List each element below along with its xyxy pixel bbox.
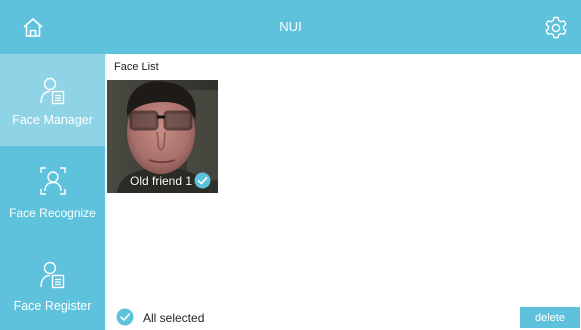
face-scan-icon: [40, 167, 66, 195]
user-document-icon: [40, 261, 65, 289]
app-title: NUI: [279, 19, 302, 34]
sidebar: Face Manager Face Recognize Face Registe…: [0, 54, 105, 330]
top-bar: NUI: [0, 0, 581, 54]
main-content: Face List Old friend 1 All selected dele…: [107, 54, 581, 330]
sidebar-item-label: Face Recognize: [9, 206, 96, 220]
sidebar-item-face-register[interactable]: Face Register: [0, 238, 105, 330]
sidebar-item-face-manager[interactable]: Face Manager: [0, 54, 105, 146]
sidebar-item-label: Face Manager: [12, 113, 93, 127]
gear-icon[interactable]: [543, 15, 569, 41]
delete-button[interactable]: delete: [520, 307, 580, 328]
face-card[interactable]: Old friend 1: [107, 80, 218, 193]
select-all-checkbox[interactable]: [116, 308, 134, 326]
user-document-icon: [40, 77, 65, 105]
sidebar-item-label: Face Register: [13, 299, 92, 313]
check-circle-icon[interactable]: [194, 172, 211, 189]
select-all-label: All selected: [143, 311, 205, 325]
sidebar-item-face-recognize[interactable]: Face Recognize: [0, 146, 105, 238]
face-list-title: Face List: [114, 61, 159, 73]
face-name-label: Old friend 1: [130, 174, 193, 188]
